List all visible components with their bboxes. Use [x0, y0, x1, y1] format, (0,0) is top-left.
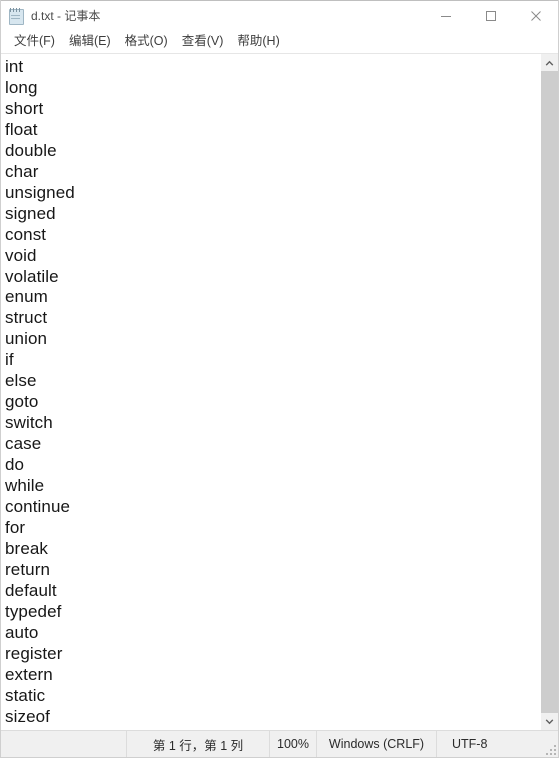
editor-line: unsigned — [5, 182, 75, 202]
window-controls — [423, 1, 558, 31]
editor-line: typedef — [5, 601, 62, 621]
editor-line: do — [5, 455, 25, 475]
maximize-button[interactable] — [468, 1, 513, 31]
editor-line: enum — [5, 287, 48, 307]
scrollbar-track[interactable] — [541, 71, 558, 713]
vertical-scrollbar[interactable] — [540, 54, 558, 730]
title-bar[interactable]: d.txt - 记事本 — [1, 0, 558, 31]
minimize-button[interactable] — [423, 1, 468, 31]
status-bar-spacer — [1, 731, 127, 757]
editor-line: union — [5, 329, 48, 349]
notepad-window: d.txt - 记事本 文件(F) 编辑(E) 格式(O) 查看(V) 帮助(H… — [0, 0, 559, 758]
text-editor[interactable]: int long short float double char unsigned signe… — [1, 54, 540, 730]
editor-line: long — [5, 77, 38, 97]
status-cursor-position: 第 1 行，第 1 列 — [127, 731, 270, 757]
editor-line: while — [5, 476, 45, 496]
editor-line: struct — [5, 308, 48, 328]
editor-line: const — [5, 224, 47, 244]
editor-line: volatile — [5, 266, 59, 286]
editor-line: static — [5, 685, 46, 705]
editor-line: double — [5, 140, 57, 160]
minimize-icon — [440, 16, 451, 17]
editor-line: default — [5, 580, 57, 600]
resize-grip-icon[interactable] — [544, 743, 556, 755]
editor-line: signed — [5, 203, 56, 223]
status-bar: 第 1 行，第 1 列 100% Windows (CRLF) UTF-8 — [1, 730, 558, 757]
close-button[interactable] — [513, 1, 558, 31]
editor-line: continue — [5, 497, 71, 517]
menu-item-edit[interactable]: 编辑(E) — [62, 32, 118, 52]
scrollbar-thumb[interactable] — [541, 71, 558, 713]
editor-line: if — [5, 350, 14, 370]
title-bar-left: d.txt - 记事本 — [1, 8, 101, 25]
chevron-down-icon — [545, 718, 554, 724]
notepad-icon — [8, 8, 24, 25]
editor-line: short — [5, 98, 44, 118]
menu-bar: 文件(F) 编辑(E) 格式(O) 查看(V) 帮助(H) — [1, 31, 558, 54]
editor-line: auto — [5, 622, 39, 642]
editor-line: break — [5, 538, 49, 558]
editor-area: int long short float double char unsigned signe… — [1, 54, 558, 730]
editor-line: int — [5, 57, 24, 76]
close-icon — [530, 11, 541, 21]
editor-line: else — [5, 371, 37, 391]
editor-line: goto — [5, 392, 39, 412]
editor-line: extern — [5, 664, 53, 684]
status-line-ending[interactable]: Windows (CRLF) — [317, 731, 437, 757]
editor-line: float — [5, 119, 38, 139]
editor-line: for — [5, 517, 26, 537]
editor-line: sizeof — [5, 706, 51, 726]
maximize-icon — [485, 11, 496, 21]
scroll-down-button[interactable] — [541, 713, 558, 730]
editor-line: case — [5, 434, 42, 454]
editor-line: register — [5, 643, 63, 663]
editor-line: switch — [5, 413, 53, 433]
editor-line: return — [5, 559, 51, 579]
menu-item-file[interactable]: 文件(F) — [7, 32, 62, 52]
scroll-up-button[interactable] — [541, 54, 558, 71]
status-zoom-level[interactable]: 100% — [270, 731, 317, 757]
editor-line: void — [5, 245, 37, 265]
chevron-up-icon — [545, 60, 554, 66]
menu-item-format[interactable]: 格式(O) — [118, 32, 175, 52]
menu-item-view[interactable]: 查看(V) — [175, 32, 231, 52]
status-encoding[interactable]: UTF-8 — [437, 731, 558, 757]
menu-item-help[interactable]: 帮助(H) — [230, 32, 286, 52]
window-title: d.txt - 记事本 — [31, 9, 101, 23]
editor-line: char — [5, 161, 39, 181]
